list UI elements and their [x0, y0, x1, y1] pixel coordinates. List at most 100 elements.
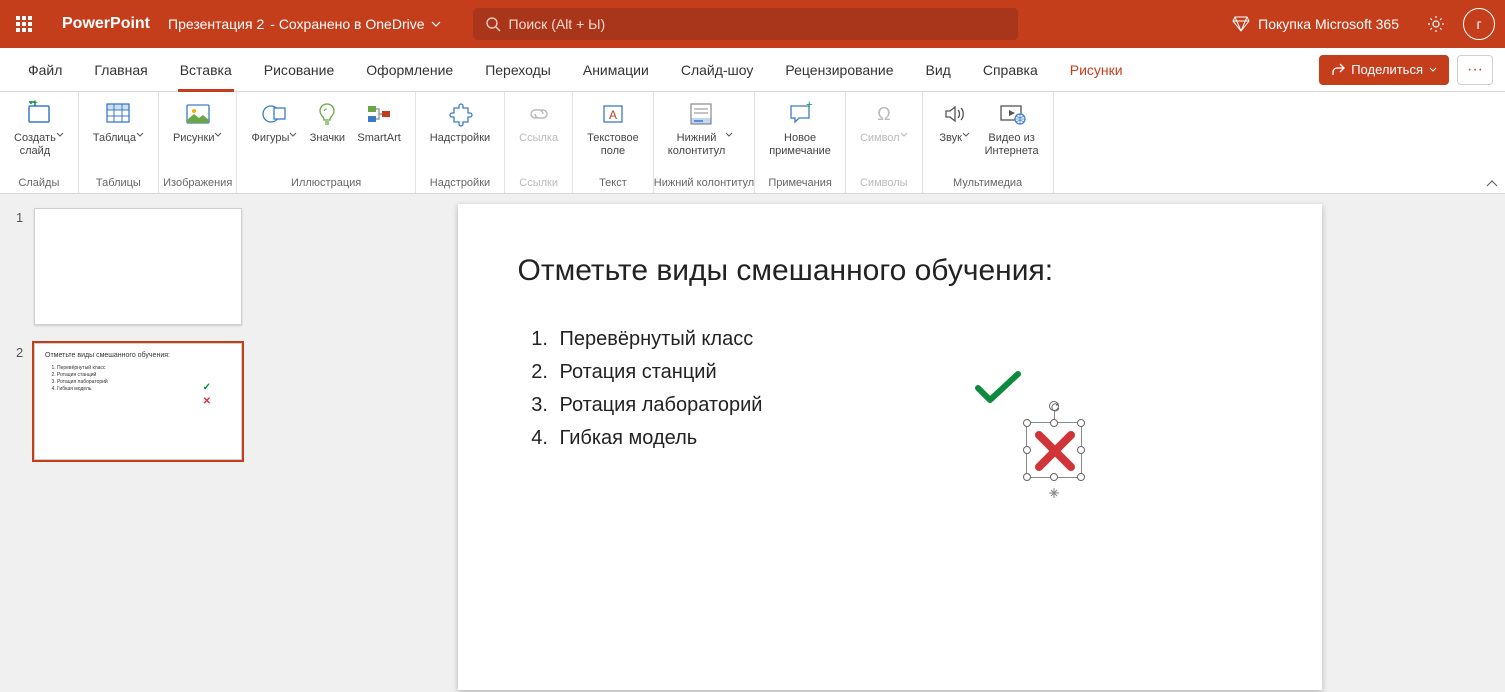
work-area: 1 2 Отметьте виды смешанного обучения: П…	[0, 194, 1505, 692]
tab-slideshow[interactable]: Слайд-шоу	[665, 48, 770, 92]
ribbon-button[interactable]: Нижнийколонтитул	[662, 96, 740, 162]
ribbon-button[interactable]: AТекстовоеполе	[581, 96, 645, 162]
ribbon-button-icon	[104, 98, 132, 130]
chevron-down-icon	[1429, 67, 1437, 72]
ribbon-button-icon: A	[599, 98, 627, 130]
buy-microsoft365-button[interactable]: Покупка Microsoft 365	[1222, 16, 1409, 32]
ribbon-group: Таблица Таблицы	[79, 92, 159, 193]
slide-list[interactable]: Перевёрнутый класс Ротация станций Ротац…	[518, 328, 1262, 450]
svg-text:A: A	[609, 108, 617, 122]
thumb-title: Отметьте виды смешанного обучения:	[45, 352, 231, 359]
slide-thumbnail-1[interactable]	[34, 208, 242, 325]
more-options-button[interactable]: ···	[1457, 55, 1493, 85]
share-icon	[1331, 63, 1345, 77]
search-input[interactable]	[509, 16, 1006, 32]
slide[interactable]: Отметьте виды смешанного обучения: Перев…	[458, 204, 1322, 690]
ribbon-group: +Создатьслайд Слайды	[0, 92, 79, 193]
thumb-number: 1	[16, 208, 34, 225]
list-item[interactable]: Перевёрнутый класс	[554, 328, 1262, 351]
search-box[interactable]	[473, 8, 1018, 40]
waffle-icon	[16, 16, 32, 32]
ribbon-button[interactable]: +Создатьслайд	[8, 96, 70, 162]
thumbnail-wrap: 1	[16, 208, 258, 325]
tab-pictures-context[interactable]: Рисунки	[1054, 48, 1139, 92]
ribbon-group: Надстройки Надстройки	[416, 92, 505, 193]
ribbon-group-label: Надстройки	[416, 175, 504, 193]
app-launcher-button[interactable]	[0, 0, 48, 48]
thumb-preview: Отметьте виды смешанного обучения: Перев…	[35, 344, 241, 401]
list-item[interactable]: Ротация лабораторий	[554, 394, 1262, 417]
tab-home[interactable]: Главная	[78, 48, 163, 92]
share-button[interactable]: Поделиться	[1319, 55, 1449, 85]
app-name: PowerPoint	[48, 15, 164, 33]
ribbon-button[interactable]: Таблица	[87, 96, 150, 162]
ribbon-button-icon	[998, 98, 1026, 130]
ribbon-group-label: Мультимедиа	[923, 175, 1053, 193]
ribbon-group: Нижнийколонтитул Нижний колонтитул	[654, 92, 755, 193]
buy-label: Покупка Microsoft 365	[1258, 16, 1399, 32]
ribbon-button[interactable]: Рисунки	[167, 96, 229, 162]
ribbon-button[interactable]: Надстройки	[424, 96, 496, 162]
ribbon-button[interactable]: SmartArt	[351, 96, 406, 162]
tab-help[interactable]: Справка	[967, 48, 1054, 92]
tab-view[interactable]: Вид	[910, 48, 967, 92]
ribbon-group-label: Текст	[573, 175, 653, 193]
ribbon-group: СсылкаСсылки	[505, 92, 573, 193]
tab-design[interactable]: Оформление	[350, 48, 469, 92]
collapse-ribbon-button[interactable]	[1485, 179, 1499, 189]
list-item[interactable]: Гибкая модель	[554, 427, 1262, 450]
ribbon-button-icon	[446, 98, 474, 130]
search-icon	[485, 16, 501, 32]
ribbon-button[interactable]: + Новоепримечание	[763, 96, 837, 162]
ribbon-button[interactable]: Фигуры	[245, 96, 303, 162]
ribbon-tabs: Файл Главная Вставка Рисование Оформлени…	[0, 48, 1505, 92]
tab-file[interactable]: Файл	[12, 48, 78, 92]
list-item[interactable]: Ротация станций	[554, 361, 1262, 384]
ribbon: +Создатьслайд СлайдыТаблица ТаблицыРисун…	[0, 92, 1505, 194]
ribbon-button: ΩСимвол	[854, 96, 914, 162]
rotate-handle[interactable]	[1049, 401, 1059, 411]
svg-text:Ω: Ω	[877, 104, 890, 124]
ribbon-button-label: Видео изИнтернета	[985, 132, 1039, 160]
user-avatar[interactable]: г	[1463, 8, 1495, 40]
gear-icon	[1427, 15, 1445, 33]
ribbon-group: ΩСимвол Символы	[846, 92, 923, 193]
ribbon-button-label: Ссылка	[519, 132, 558, 160]
thumb-list-item: Ротация станций	[57, 372, 231, 378]
slide-thumbnails-panel[interactable]: 1 2 Отметьте виды смешанного обучения: П…	[0, 194, 274, 692]
ribbon-button[interactable]: Значки	[303, 96, 351, 162]
ribbon-button-icon	[313, 98, 341, 130]
slide-thumbnail-2[interactable]: Отметьте виды смешанного обучения: Перев…	[34, 343, 242, 460]
thumb-number: 2	[16, 343, 34, 360]
x-icon: ✕	[203, 396, 211, 407]
ribbon-button-label: SmartArt	[357, 132, 400, 160]
ribbon-button-label: Рисунки	[173, 132, 223, 160]
slide-title[interactable]: Отметьте виды смешанного обучения:	[518, 254, 1262, 288]
ribbon-group: Рисунки Изображения	[159, 92, 238, 193]
ribbon-button-label: Значки	[310, 132, 345, 160]
ribbon-group-label: Примечания	[755, 175, 845, 193]
size-handle[interactable]	[1048, 487, 1060, 499]
ribbon-button-label: Новоепримечание	[769, 132, 831, 160]
ribbon-button-icon	[687, 98, 715, 130]
ribbon-button-icon: +	[25, 98, 53, 130]
tab-insert[interactable]: Вставка	[164, 48, 248, 92]
checkmark-shape[interactable]	[974, 370, 1022, 406]
ribbon-button[interactable]: Видео изИнтернета	[979, 96, 1045, 162]
ribbon-button-label: Таблица	[93, 132, 144, 160]
svg-text:+: +	[806, 100, 812, 111]
ribbon-button-icon: Ω	[870, 98, 898, 130]
tab-transitions[interactable]: Переходы	[469, 48, 567, 92]
ribbon-group-label: Таблицы	[79, 175, 158, 193]
save-status: - Сохранено в OneDrive	[270, 16, 424, 32]
document-title[interactable]: Презентация 2 - Сохранено в OneDrive	[164, 16, 441, 32]
ribbon-group-label: Нижний колонтитул	[654, 175, 754, 193]
ribbon-button-label: Фигуры	[251, 132, 297, 160]
slide-canvas-area[interactable]: Отметьте виды смешанного обучения: Перев…	[274, 194, 1505, 692]
tab-review[interactable]: Рецензирование	[769, 48, 909, 92]
ribbon-button[interactable]: Звук	[931, 96, 979, 162]
tab-draw[interactable]: Рисование	[248, 48, 351, 92]
share-label: Поделиться	[1351, 62, 1423, 77]
settings-button[interactable]	[1419, 15, 1453, 33]
tab-animations[interactable]: Анимации	[567, 48, 665, 92]
